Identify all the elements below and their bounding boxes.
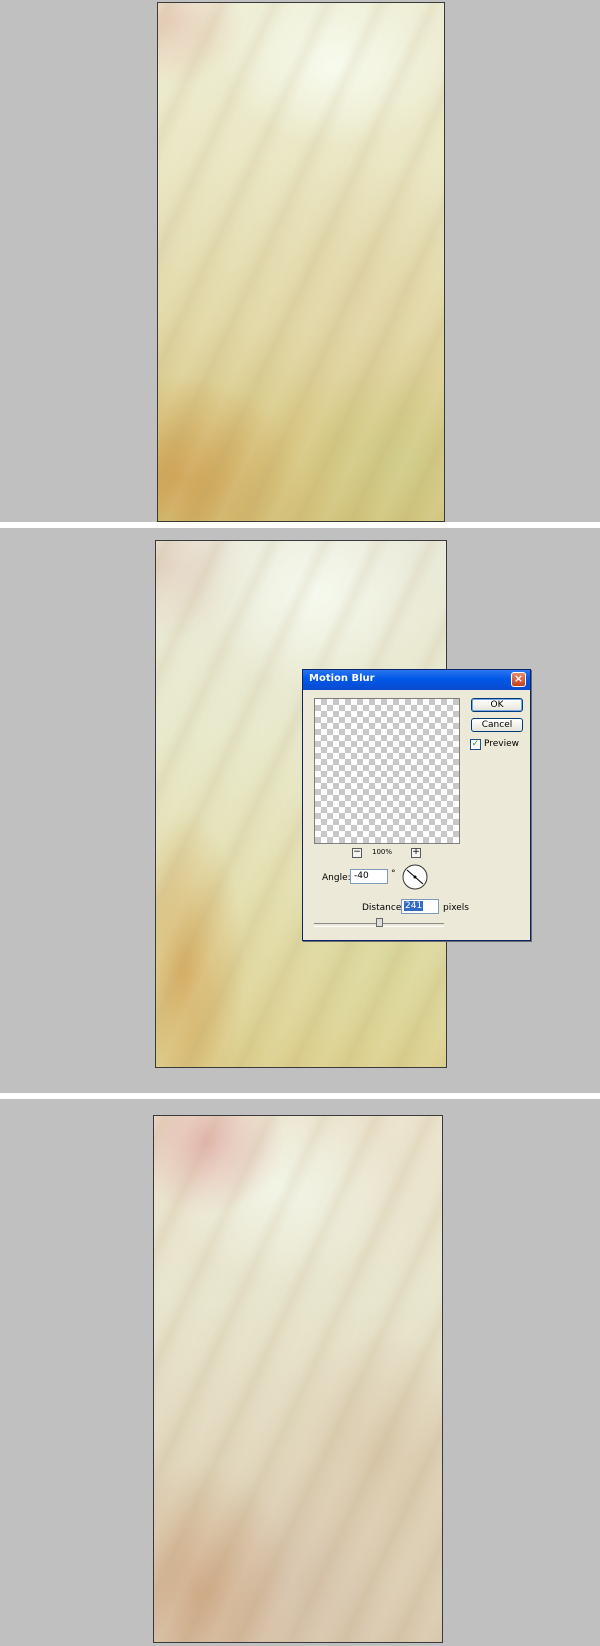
texture-canvas-result xyxy=(153,1115,443,1643)
panel-result xyxy=(0,1099,600,1646)
ok-button[interactable]: OK xyxy=(471,698,523,712)
angle-label: Angle: xyxy=(322,873,351,883)
distance-unit: pixels xyxy=(443,903,469,913)
motion-blur-dialog: Motion Blur × − 100% + OK Cancel ✓ Previ… xyxy=(302,669,531,941)
zoom-in-button[interactable]: + xyxy=(411,848,421,858)
zoom-out-button[interactable]: − xyxy=(352,848,362,858)
angle-dial-icon[interactable] xyxy=(402,864,428,890)
angle-unit: ° xyxy=(391,869,396,879)
checkmark-icon: ✓ xyxy=(471,739,480,749)
panel-original xyxy=(0,0,600,522)
preview-label: Preview xyxy=(484,739,520,749)
distance-input[interactable]: 241 xyxy=(401,899,439,914)
filter-preview[interactable] xyxy=(314,698,460,844)
texture-streaks xyxy=(154,1116,442,1642)
texture-streaks xyxy=(158,3,444,521)
zoom-out-icon: − xyxy=(353,847,361,857)
close-button[interactable]: × xyxy=(511,672,526,687)
cancel-button[interactable]: Cancel xyxy=(471,718,523,732)
texture-canvas-original xyxy=(157,2,445,522)
zoom-in-icon: + xyxy=(412,847,420,857)
distance-slider-thumb[interactable] xyxy=(376,918,383,927)
angle-input[interactable]: -40 xyxy=(350,869,388,884)
distance-label: Distance: xyxy=(362,903,405,913)
zoom-level: 100% xyxy=(372,848,393,856)
dialog-titlebar[interactable]: Motion Blur × xyxy=(303,670,530,690)
preview-checkbox[interactable]: ✓ xyxy=(470,739,481,750)
dialog-title: Motion Blur xyxy=(309,673,375,684)
panel-motion-blur: Motion Blur × − 100% + OK Cancel ✓ Previ… xyxy=(0,528,600,1093)
distance-value: 241 xyxy=(404,901,424,911)
close-icon: × xyxy=(513,672,524,685)
